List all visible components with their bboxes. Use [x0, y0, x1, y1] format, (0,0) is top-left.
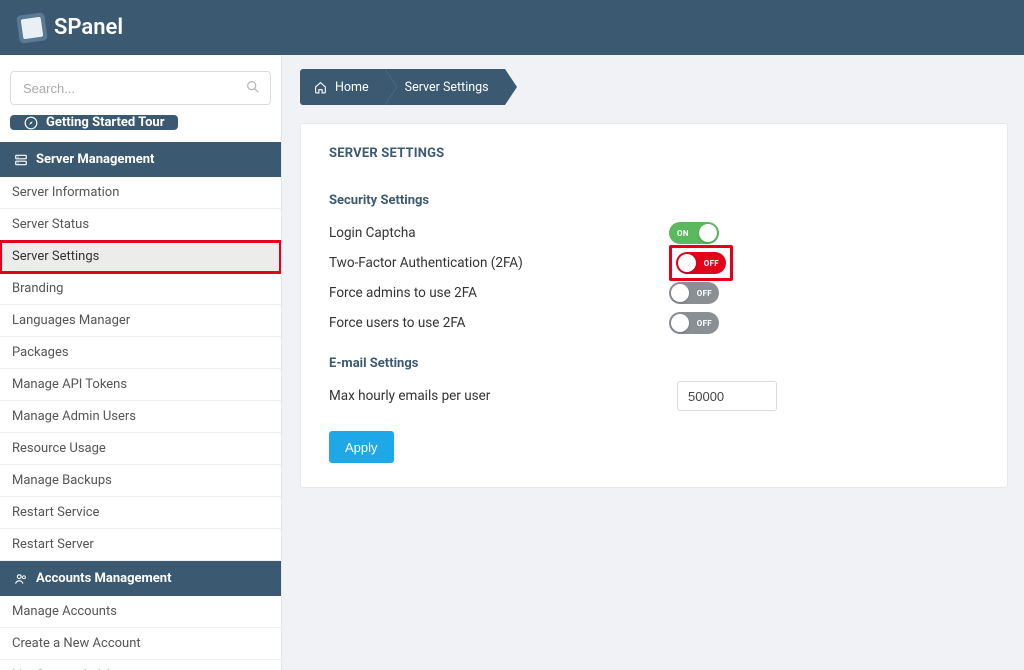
toggle-knob	[671, 314, 689, 332]
nav-list-suspended-accounts[interactable]: List Suspended Accounts	[0, 660, 281, 670]
logo[interactable]: SPanel	[18, 14, 123, 42]
login-captcha-toggle[interactable]: ON	[669, 222, 719, 244]
force-admins-toggle[interactable]: OFF	[669, 282, 719, 304]
row-login-captcha: Login Captcha ON	[329, 218, 979, 248]
tour-label: Getting Started Tour	[46, 115, 164, 130]
nav-server-settings[interactable]: Server Settings	[0, 241, 281, 273]
sidebar: Getting Started Tour Server Management S…	[0, 55, 282, 670]
toggle-state: OFF	[697, 289, 712, 298]
nav-manage-api-tokens[interactable]: Manage API Tokens	[0, 369, 281, 401]
nav-manage-backups[interactable]: Manage Backups	[0, 465, 281, 497]
toggle-knob	[699, 224, 717, 242]
brand-name: SPanel	[54, 15, 123, 40]
twofa-toggle[interactable]: OFF	[676, 252, 726, 274]
section-title: Accounts Management	[36, 571, 172, 586]
toggle-knob	[678, 254, 696, 272]
breadcrumb-home-label: Home	[335, 80, 369, 95]
nav-resource-usage[interactable]: Resource Usage	[0, 433, 281, 465]
row-force-admins-2fa: Force admins to use 2FA OFF	[329, 278, 979, 308]
apply-button[interactable]: Apply	[329, 431, 394, 463]
app-header: SPanel	[0, 0, 1024, 55]
breadcrumb: Home Server Settings	[300, 69, 1008, 105]
toggle-state: ON	[677, 229, 689, 238]
twofa-label: Two-Factor Authentication (2FA)	[329, 255, 669, 271]
nav-restart-service[interactable]: Restart Service	[0, 497, 281, 529]
breadcrumb-page-label: Server Settings	[405, 80, 489, 95]
server-settings-panel: SERVER SETTINGS Security Settings Login …	[300, 123, 1008, 488]
compass-icon	[24, 116, 38, 130]
breadcrumb-current[interactable]: Server Settings	[385, 69, 505, 105]
nav-server-information[interactable]: Server Information	[0, 177, 281, 209]
search-icon	[245, 79, 261, 99]
nav-manage-admin-users[interactable]: Manage Admin Users	[0, 401, 281, 433]
force-users-toggle[interactable]: OFF	[669, 312, 719, 334]
users-icon	[14, 572, 28, 586]
email-settings-title: E-mail Settings	[329, 356, 979, 371]
breadcrumb-home[interactable]: Home	[300, 69, 385, 105]
section-server-management[interactable]: Server Management	[0, 142, 281, 177]
toggle-knob	[671, 284, 689, 302]
force-admins-label: Force admins to use 2FA	[329, 285, 669, 301]
server-icon	[14, 153, 28, 167]
panel-title: SERVER SETTINGS	[329, 146, 979, 161]
toggle-state: OFF	[704, 259, 719, 268]
search-input[interactable]	[10, 71, 271, 105]
row-2fa: Two-Factor Authentication (2FA) OFF	[329, 248, 979, 278]
nav-restart-server[interactable]: Restart Server	[0, 529, 281, 561]
nav-packages[interactable]: Packages	[0, 337, 281, 369]
max-hourly-input[interactable]	[677, 381, 777, 411]
row-force-users-2fa: Force users to use 2FA OFF	[329, 308, 979, 338]
login-captcha-label: Login Captcha	[329, 225, 669, 241]
nav-server-status[interactable]: Server Status	[0, 209, 281, 241]
section-title: Server Management	[36, 152, 154, 167]
main-content: Home Server Settings SERVER SETTINGS Sec…	[282, 55, 1024, 670]
search-box	[10, 71, 271, 105]
nav-languages-manager[interactable]: Languages Manager	[0, 305, 281, 337]
max-hourly-label: Max hourly emails per user	[329, 388, 669, 404]
force-users-label: Force users to use 2FA	[329, 315, 669, 331]
nav-create-new-account[interactable]: Create a New Account	[0, 628, 281, 660]
section-accounts-management[interactable]: Accounts Management	[0, 561, 281, 596]
logo-icon	[16, 12, 48, 44]
getting-started-tour-button[interactable]: Getting Started Tour	[10, 115, 178, 130]
home-icon	[314, 81, 327, 94]
twofa-highlight-box: OFF	[669, 245, 733, 281]
nav-manage-accounts[interactable]: Manage Accounts	[0, 596, 281, 628]
security-settings-title: Security Settings	[329, 193, 979, 208]
nav-branding[interactable]: Branding	[0, 273, 281, 305]
toggle-state: OFF	[697, 319, 712, 328]
row-max-hourly-emails: Max hourly emails per user	[329, 381, 979, 411]
